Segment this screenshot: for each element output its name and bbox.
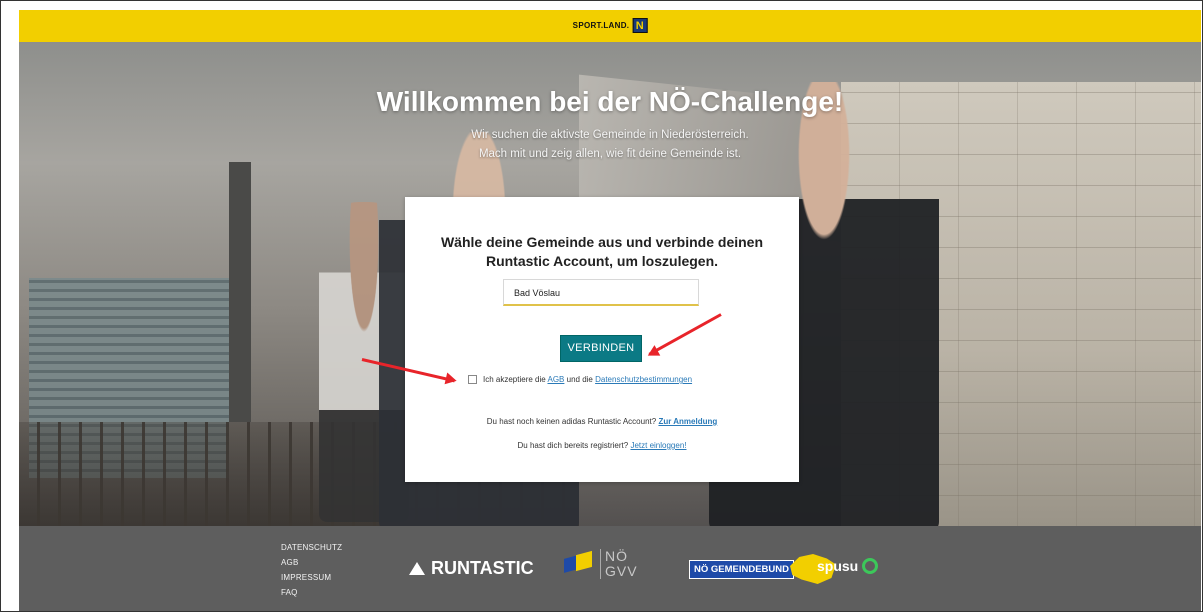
gvv-line2: GVV <box>605 563 638 579</box>
accept-terms: Ich akzeptiere die AGB und die Datenschu… <box>468 375 692 384</box>
footer-link-datenschutz[interactable]: DATENSCHUTZ <box>281 543 342 552</box>
gvv-line1: NÖ <box>605 548 628 564</box>
sportland-logo[interactable]: SPORT.LAND. N <box>573 18 648 33</box>
footer-link-agb[interactable]: AGB <box>281 558 342 567</box>
hero-title: Willkommen bei der NÖ-Challenge! <box>376 86 844 117</box>
gemeinde-input[interactable]: Bad Vöslau <box>503 279 699 306</box>
card-title: Wähle deine Gemeinde aus und verbinde de… <box>425 233 779 271</box>
card-title-line2: Runtastic Account, um loszulegen. <box>485 253 719 269</box>
accept-checkbox[interactable] <box>468 375 477 384</box>
spusu-logo[interactable]: spusu <box>817 558 879 574</box>
accept-prefix: Ich akzeptiere die <box>483 375 546 384</box>
gvv-text: NÖ GVV <box>600 549 638 579</box>
privacy-link[interactable]: Datenschutzbestimmungen <box>595 375 692 384</box>
no-account-line: Du hast noch keinen adidas Runtastic Acc… <box>405 417 799 426</box>
adidas-logo-icon <box>409 562 425 575</box>
accept-text: Ich akzeptiere die AGB und die Datenschu… <box>483 375 692 384</box>
spusu-ring-icon <box>862 558 879 574</box>
noe-flag-icon <box>564 549 594 579</box>
logo-text: SPORT.LAND. <box>572 21 630 30</box>
runtastic-logo[interactable]: RUNTASTIC <box>409 558 534 579</box>
background-pole <box>229 162 251 422</box>
footer: DATENSCHUTZ AGB IMPRESSUM FAQ RUNTASTIC … <box>19 526 1201 611</box>
footer-link-impressum[interactable]: IMPRESSUM <box>281 573 342 582</box>
register-link[interactable]: Zur Anmeldung <box>658 417 717 426</box>
login-link[interactable]: Jetzt einloggen! <box>630 441 686 450</box>
agb-link[interactable]: AGB <box>547 375 564 384</box>
accept-middle: und die <box>566 375 593 384</box>
runtastic-text: RUNTASTIC <box>431 558 534 578</box>
connect-button[interactable]: VERBINDEN <box>560 335 642 362</box>
hero-subtitle-line2: Mach mit und zeig allen, wie fit deine G… <box>478 148 742 160</box>
footer-links: DATENSCHUTZ AGB IMPRESSUM FAQ <box>281 543 342 597</box>
footer-link-faq[interactable]: FAQ <box>281 588 342 597</box>
gvv-logo[interactable]: NÖ GVV <box>564 549 638 579</box>
signup-card: Wähle deine Gemeinde aus und verbinde de… <box>405 197 799 482</box>
hero-subtitle-line1: Wir suchen die aktivste Gemeinde in Nied… <box>471 129 749 141</box>
card-title-line1: Wähle deine Gemeinde aus und verbinde de… <box>440 234 764 250</box>
top-bar: SPORT.LAND. N <box>19 10 1201 42</box>
registered-line: Du hast dich bereits registriert? Jetzt … <box>405 441 799 450</box>
page-frame: SPORT.LAND. N Willkommen bei der NÖ-Chal… <box>0 0 1203 612</box>
gemeindebund-text: NÖ GEMEINDEBUND <box>689 559 795 579</box>
logo-badge: N <box>632 18 648 33</box>
hero-subtitle: Wir suchen die aktivste Gemeinde in Nied… <box>19 126 1201 164</box>
no-account-text: Du hast noch keinen adidas Runtastic Acc… <box>486 417 657 426</box>
spusu-text: spusu <box>817 558 859 574</box>
registered-text: Du hast dich bereits registriert? <box>517 441 629 450</box>
gemeindebund-logo[interactable]: NÖ GEMEINDEBUND <box>689 554 837 584</box>
